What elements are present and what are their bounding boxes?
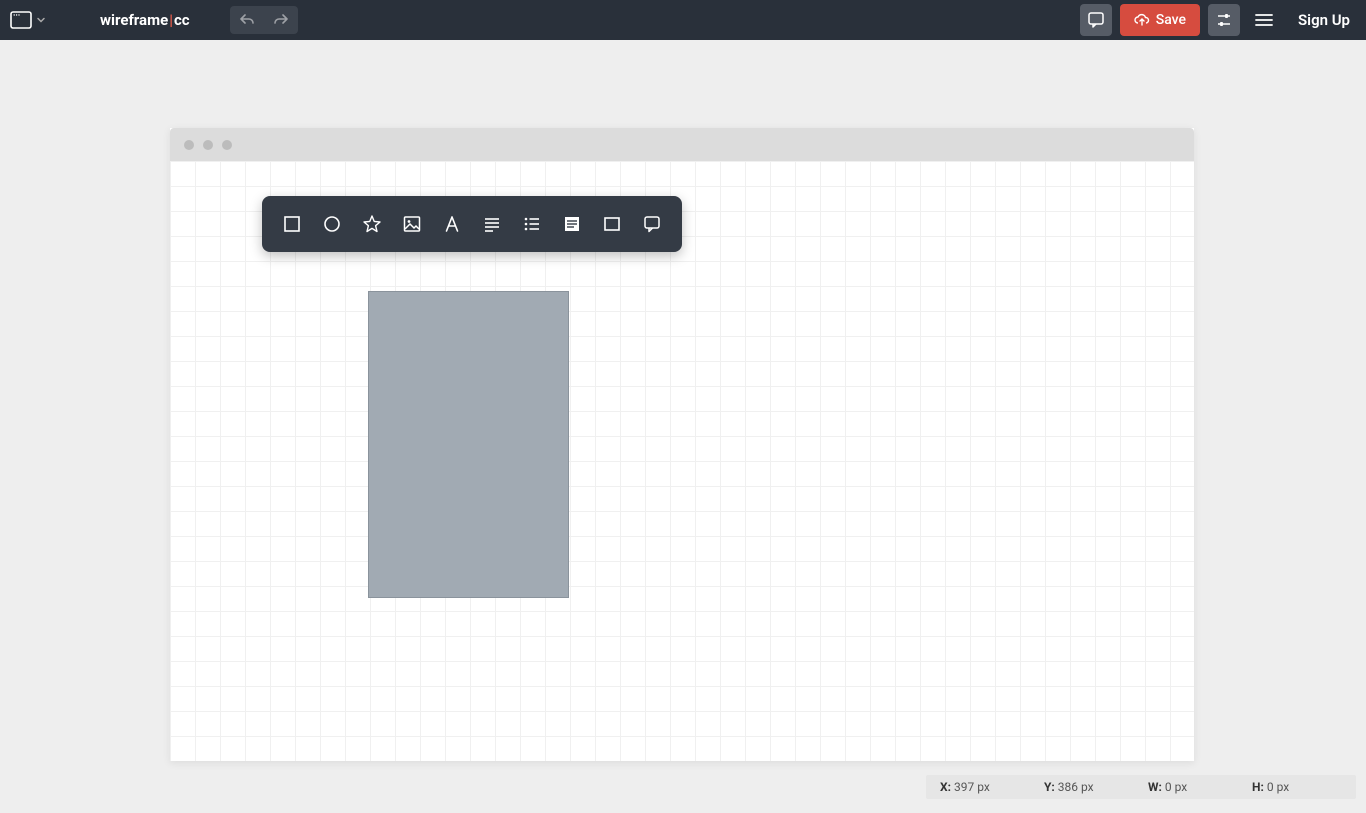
- cloud-upload-icon: [1134, 13, 1150, 27]
- paragraph-icon: [481, 213, 503, 235]
- app-logo[interactable]: wireframe|cc: [100, 11, 190, 29]
- signup-link[interactable]: Sign Up: [1298, 11, 1350, 29]
- drawn-rectangle[interactable]: [368, 291, 569, 598]
- undo-button[interactable]: [230, 6, 264, 34]
- device-selector[interactable]: [10, 11, 46, 29]
- redo-button[interactable]: [264, 6, 298, 34]
- rectangle-icon: [281, 213, 303, 235]
- window-titlebar: [170, 128, 1194, 161]
- tool-star[interactable]: [352, 204, 392, 244]
- logo-text-b: cc: [174, 11, 190, 29]
- speech-bubble-icon: [1087, 11, 1105, 29]
- status-x-label: X:: [940, 780, 951, 794]
- status-y-value: 386 px: [1058, 780, 1094, 794]
- chevron-down-icon: [36, 15, 46, 25]
- status-w-value: 0 px: [1165, 780, 1187, 794]
- undo-icon: [239, 13, 255, 27]
- annotate-button[interactable]: [1080, 4, 1112, 36]
- list-icon: [521, 213, 543, 235]
- tool-list[interactable]: [512, 204, 552, 244]
- menu-icon: [1254, 12, 1274, 28]
- browser-window-icon: [10, 11, 32, 29]
- star-icon: [361, 213, 383, 235]
- status-y-label: Y:: [1044, 780, 1055, 794]
- hamburger-menu-button[interactable]: [1248, 4, 1280, 36]
- redo-icon: [273, 13, 289, 27]
- window-dot-close: [184, 140, 194, 150]
- logo-text-a: wireframe: [100, 11, 168, 29]
- status-bar: X: 397 px Y: 386 px W: 0 px H: 0 px: [926, 775, 1356, 799]
- status-h: H: 0 px: [1252, 780, 1356, 794]
- undo-redo-group: [230, 6, 298, 34]
- status-w: W: 0 px: [1148, 780, 1252, 794]
- window-dot-minimize: [203, 140, 213, 150]
- status-w-label: W:: [1148, 780, 1162, 794]
- tool-rectangle[interactable]: [272, 204, 312, 244]
- text-icon: [441, 213, 463, 235]
- status-y: Y: 386 px: [1044, 780, 1148, 794]
- shape-toolbar: [262, 196, 682, 252]
- tool-circle[interactable]: [312, 204, 352, 244]
- status-h-label: H:: [1252, 780, 1264, 794]
- top-bar: wireframe|cc Save: [0, 0, 1366, 40]
- save-label: Save: [1156, 12, 1186, 28]
- comment-icon: [641, 213, 663, 235]
- circle-icon: [321, 213, 343, 235]
- form-icon: [561, 213, 583, 235]
- tool-paragraph[interactable]: [472, 204, 512, 244]
- image-icon: [401, 213, 423, 235]
- status-x-value: 397 px: [954, 780, 990, 794]
- tool-image[interactable]: [392, 204, 432, 244]
- status-h-value: 0 px: [1267, 780, 1289, 794]
- tool-comment[interactable]: [632, 204, 672, 244]
- window-dot-maximize: [222, 140, 232, 150]
- frame-icon: [601, 213, 623, 235]
- settings-button[interactable]: [1208, 4, 1240, 36]
- tool-text[interactable]: [432, 204, 472, 244]
- tool-form[interactable]: [552, 204, 592, 244]
- sliders-icon: [1215, 11, 1233, 29]
- status-x: X: 397 px: [940, 780, 1044, 794]
- save-button[interactable]: Save: [1120, 4, 1200, 36]
- tool-frame[interactable]: [592, 204, 632, 244]
